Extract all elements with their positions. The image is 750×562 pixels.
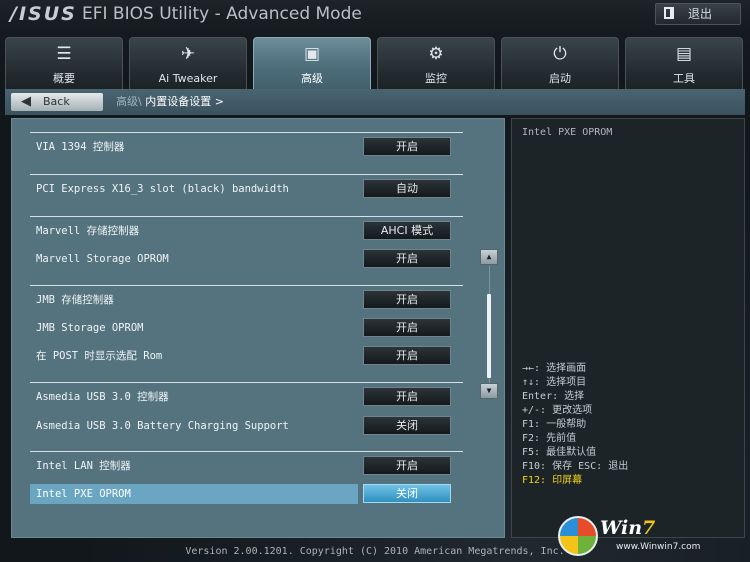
help-panel: Intel PXE OPROM →←: 选择画面 ↑↓: 选择项目 Enter:… [511, 118, 745, 538]
setting-jmb-oprom[interactable]: JMB Storage OPROM 开启 [30, 315, 503, 341]
back-button[interactable]: ◀ Back [11, 93, 103, 111]
tab-tool[interactable]: ▤ 工具 [625, 37, 743, 89]
key-hint: F10: 保存 ESC: 退出 [522, 461, 629, 472]
setting-label: Intel PXE OPROM [36, 488, 131, 500]
key-hint: +/-: 更改选项 [522, 405, 593, 416]
setting-value[interactable]: 开启 [363, 346, 451, 365]
separator [30, 451, 463, 452]
settings-panel: VIA 1394 控制器 开启 PCI Express X16_3 slot (… [11, 118, 505, 538]
watermark-brand: Win7 [600, 517, 655, 539]
tool-icon: ▤ [675, 44, 693, 64]
setting-intel-lan[interactable]: Intel LAN 控制器 开启 [30, 453, 503, 479]
setting-value[interactable]: AHCI 模式 [363, 221, 451, 240]
setting-label: VIA 1394 控制器 [36, 141, 125, 153]
monitor-icon: ⚙ [428, 44, 444, 64]
setting-label: JMB Storage OPROM [36, 322, 144, 334]
exit-label: 退出 [688, 7, 713, 21]
breadcrumb-parent[interactable]: 高级\ [116, 95, 142, 108]
watermark-site: www.Winwin7.com [616, 542, 701, 552]
watermark-brand-text: Win [600, 517, 643, 539]
header: /ISUS EFI BIOS Utility - Advanced Mode 退… [0, 0, 750, 30]
separator [30, 382, 463, 383]
help-title: Intel PXE OPROM [522, 127, 613, 138]
app-title: EFI BIOS Utility - Advanced Mode [82, 4, 362, 24]
tab-label: 监控 [425, 72, 447, 85]
setting-label: JMB 存储控制器 [36, 294, 114, 306]
tab-label: Ai Tweaker [158, 72, 218, 85]
setting-value[interactable]: 开启 [363, 137, 451, 156]
setting-value[interactable]: 自动 [363, 179, 451, 198]
tab-monitor[interactable]: ⚙ 监控 [377, 37, 495, 89]
setting-value[interactable]: 开启 [363, 387, 451, 406]
breadcrumb: 高级\ 内置设备设置 > [116, 94, 224, 110]
asus-logo: /ISUS [10, 3, 77, 25]
tab-label: 工具 [673, 72, 695, 85]
setting-asmedia-charging[interactable]: Asmedia USB 3.0 Battery Charging Support… [30, 413, 503, 439]
key-hint: F2: 先前值 [522, 433, 577, 444]
setting-jmb-controller[interactable]: JMB 存储控制器 开启 [30, 287, 503, 313]
key-hint: F1: 一般帮助 [522, 419, 587, 430]
tab-label: 启动 [549, 72, 571, 85]
power-icon: ⏻ [553, 44, 567, 64]
setting-via-1394[interactable]: VIA 1394 控制器 开启 [30, 134, 503, 160]
key-legend: →←: 选择画面 ↑↓: 选择项目 Enter: 选择 +/-: 更改选项 F1… [522, 362, 628, 488]
tab-advanced[interactable]: ▣ 高级 [253, 37, 371, 89]
tab-label: 概要 [53, 72, 75, 85]
setting-label: PCI Express X16_3 slot (black) bandwidth [36, 183, 289, 195]
separator [30, 285, 463, 286]
breadcrumb-current: 内置设备设置 > [145, 95, 224, 108]
key-hint: ↑↓: 选择项目 [522, 377, 587, 388]
breadcrumb-bar: ◀ Back 高级\ 内置设备设置 > [5, 89, 745, 115]
scroll-down-button[interactable]: ▼ [480, 383, 498, 399]
scroll-thumb[interactable] [487, 294, 491, 378]
setting-post-option-rom[interactable]: 在 POST 时显示选配 Rom 开启 [30, 343, 503, 369]
watermark-brand-num: 7 [642, 517, 656, 539]
key-hint: F5: 最佳默认值 [522, 447, 597, 458]
setting-value[interactable]: 开启 [363, 318, 451, 337]
scroll-up-button[interactable]: ▲ [480, 249, 498, 265]
key-hint: →←: 选择画面 [522, 363, 587, 374]
tab-overview[interactable]: ☰ 概要 [5, 37, 123, 89]
tab-label: 高级 [301, 72, 323, 85]
setting-asmedia-usb3[interactable]: Asmedia USB 3.0 控制器 开启 [30, 384, 503, 410]
setting-label: Asmedia USB 3.0 Battery Charging Support [36, 420, 289, 432]
setting-value[interactable]: 关闭 [363, 484, 451, 503]
setting-value[interactable]: 关闭 [363, 416, 451, 435]
tab-boot[interactable]: ⏻ 启动 [501, 37, 619, 89]
separator [30, 216, 463, 217]
back-label: Back [43, 95, 70, 108]
tweaker-icon: ✈ [180, 44, 196, 64]
setting-marvell-controller[interactable]: Marvell 存储控制器 AHCI 模式 [30, 218, 503, 244]
setting-intel-pxe-oprom[interactable]: Intel PXE OPROM 关闭 [30, 484, 503, 510]
back-arrow-icon: ◀ [21, 94, 31, 109]
separator [30, 174, 463, 175]
setting-value[interactable]: 开启 [363, 456, 451, 475]
setting-value[interactable]: 开启 [363, 290, 451, 309]
exit-icon [664, 7, 674, 19]
list-icon: ☰ [56, 44, 72, 64]
tab-ai-tweaker[interactable]: ✈ Ai Tweaker [129, 37, 247, 89]
setting-label: Intel LAN 控制器 [36, 460, 131, 472]
setting-label: Marvell Storage OPROM [36, 253, 169, 265]
setting-label: Asmedia USB 3.0 控制器 [36, 391, 169, 403]
setting-label: Marvell 存储控制器 [36, 225, 140, 237]
separator [30, 132, 463, 133]
advanced-icon: ▣ [303, 44, 321, 64]
setting-pcie-x16-3[interactable]: PCI Express X16_3 slot (black) bandwidth… [30, 176, 503, 202]
watermark: Win7 www.Winwin7.com [558, 513, 746, 560]
setting-label: 在 POST 时显示选配 Rom [36, 350, 163, 362]
key-hint: Enter: 选择 [522, 391, 585, 402]
windows-logo-icon [558, 516, 598, 556]
main-tabs: ☰ 概要 ✈ Ai Tweaker ▣ 高级 ⚙ 监控 ⏻ 启动 ▤ 工具 [5, 37, 745, 89]
key-hint-print-screen: F12: 印屏幕 [522, 475, 583, 486]
setting-marvell-oprom[interactable]: Marvell Storage OPROM 开启 [30, 246, 503, 272]
exit-button[interactable]: 退出 [655, 3, 741, 25]
setting-value[interactable]: 开启 [363, 249, 451, 268]
